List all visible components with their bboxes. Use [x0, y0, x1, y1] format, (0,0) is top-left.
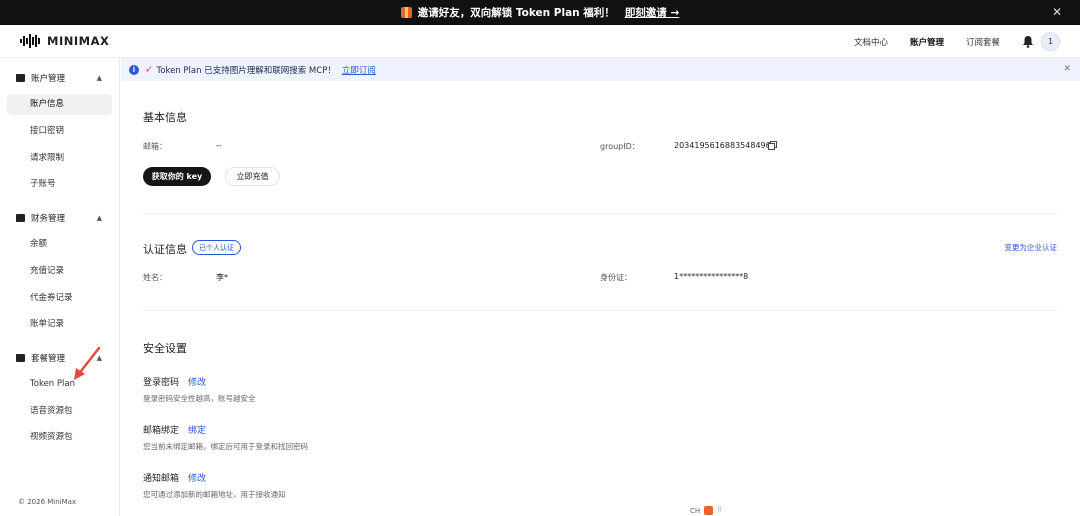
- email-binding-title: 邮箱绑定: [143, 426, 180, 436]
- sidebar: 账户管理 ▲ 账户信息 接口密钥 请求限制 子账号 财务管理 ▲ 余额 充值记录…: [0, 58, 120, 516]
- section-title-security: 安全设置: [143, 342, 187, 355]
- notice-subscribe-link[interactable]: 立即订阅: [342, 64, 376, 76]
- ledger-icon: [16, 214, 25, 222]
- email-binding-desc: 您当前未绑定邮箱，绑定后可用于登录和找回密码: [143, 442, 308, 451]
- copy-icon[interactable]: [768, 141, 777, 150]
- sidebar-group-header[interactable]: 套餐管理 ▲: [0, 348, 120, 368]
- notify-email-edit-link[interactable]: 修改: [188, 471, 206, 484]
- notice-bar: i ➶ Token Plan 已支持图片理解和联网搜索 MCP！ 立即订阅 ✕: [121, 58, 1080, 81]
- sidebar-group-label: 财务管理: [31, 214, 66, 224]
- email-value: --: [216, 141, 222, 150]
- chevron-up-icon: ▲: [96, 214, 102, 222]
- section-title-auth: 认证信息: [143, 243, 187, 256]
- sidebar-group-header[interactable]: 财务管理 ▲: [0, 208, 120, 228]
- divider: [143, 310, 1057, 311]
- bookmark-icon: [16, 354, 25, 362]
- sidebar-group-finance: 财务管理 ▲: [0, 208, 120, 228]
- sidebar-item-bill-records[interactable]: 账单记录: [7, 314, 112, 335]
- rocket-icon: ➶: [145, 64, 153, 75]
- promo-banner: 邀请好友，双向解锁 Token Plan 福利！ 即刻邀请 → ✕: [0, 0, 1080, 25]
- header-nav: 文档中心 账户管理 订阅套餐: [854, 25, 1000, 58]
- groupid-value: 2034195616883548496: [674, 141, 771, 150]
- chevron-up-icon: ▲: [96, 74, 102, 82]
- ime-logo-icon: [704, 506, 714, 515]
- minimax-logo[interactable]: MINIMAX: [20, 34, 109, 48]
- ime-label: CH: [690, 506, 701, 515]
- avatar[interactable]: 1: [1041, 32, 1060, 51]
- login-password-edit-link[interactable]: 修改: [188, 375, 206, 388]
- id-card-label: 身份证：: [600, 273, 632, 282]
- annotation-arrow-icon: [74, 346, 101, 380]
- sidebar-group-label: 账户管理: [31, 74, 66, 84]
- email-binding-bind-link[interactable]: 绑定: [188, 423, 206, 436]
- sidebar-item-recharge-records[interactable]: 充值记录: [7, 261, 112, 282]
- sidebar-item-sub-accounts[interactable]: 子账号: [7, 174, 112, 195]
- section-title-basic: 基本信息: [143, 111, 187, 124]
- sidebar-group-label: 套餐管理: [31, 354, 66, 364]
- copyright: © 2026 MiniMax: [18, 498, 77, 506]
- promo-text: 邀请好友，双向解锁 Token Plan 福利！: [417, 7, 615, 19]
- notify-email-desc: 您可通过添加新的邮箱地址，用于接收通知: [143, 490, 286, 499]
- nav-account[interactable]: 账户管理: [910, 36, 944, 48]
- bell-icon[interactable]: [1022, 35, 1034, 48]
- promo-close-icon[interactable]: ✕: [1052, 5, 1062, 19]
- sidebar-group-plans: 套餐管理 ▲: [0, 348, 120, 368]
- email-label: 邮箱：: [143, 142, 167, 151]
- top-header: MINIMAX 文档中心 账户管理 订阅套餐 1: [0, 25, 1080, 58]
- sidebar-group-account: 账户管理 ▲: [0, 68, 120, 88]
- sidebar-item-balance[interactable]: 余额: [7, 234, 112, 255]
- notice-close-icon[interactable]: ✕: [1063, 64, 1071, 74]
- id-card-value: 1****************8: [674, 272, 749, 281]
- sidebar-group-header[interactable]: 账户管理 ▲: [0, 68, 120, 88]
- sidebar-item-rate-limits[interactable]: 请求限制: [7, 148, 112, 169]
- get-key-button[interactable]: 获取你的 key: [143, 167, 211, 186]
- promo-invite-link[interactable]: 即刻邀请 →: [625, 5, 679, 20]
- sidebar-item-video-pack[interactable]: 视频资源包: [7, 427, 112, 448]
- sidebar-item-voice-pack[interactable]: 语音资源包: [7, 401, 112, 422]
- logo-wave-icon: [20, 34, 40, 48]
- id-card-icon: [16, 74, 25, 82]
- logo-text: MINIMAX: [47, 34, 110, 48]
- change-to-enterprise-link[interactable]: 变更为企业认证: [1005, 242, 1058, 253]
- drag-handle-icon[interactable]: ⠿: [717, 507, 722, 514]
- nav-subscription[interactable]: 订阅套餐: [966, 36, 1000, 48]
- verified-badge: 已个人认证: [192, 240, 241, 255]
- groupid-label: groupID：: [600, 142, 640, 151]
- login-password-desc: 登录密码安全性越高，账号越安全: [143, 394, 256, 403]
- recharge-button[interactable]: 立即充值: [225, 167, 280, 186]
- nav-docs[interactable]: 文档中心: [854, 36, 888, 48]
- name-value: 李*: [216, 273, 228, 282]
- sidebar-item-account-info[interactable]: 账户信息: [7, 94, 112, 115]
- info-icon: i: [129, 64, 139, 75]
- name-label: 姓名：: [143, 273, 167, 282]
- sidebar-item-api-keys[interactable]: 接口密钥: [7, 121, 112, 142]
- login-password-title: 登录密码: [143, 378, 180, 388]
- divider: [143, 213, 1057, 214]
- notify-email-title: 通知邮箱: [143, 474, 180, 484]
- sidebar-item-voucher-records[interactable]: 代金券记录: [7, 288, 112, 309]
- notice-text: Token Plan 已支持图片理解和联网搜索 MCP！: [156, 65, 336, 76]
- gift-icon: [400, 7, 412, 18]
- floating-ime-widget[interactable]: CH ⠿: [690, 506, 723, 515]
